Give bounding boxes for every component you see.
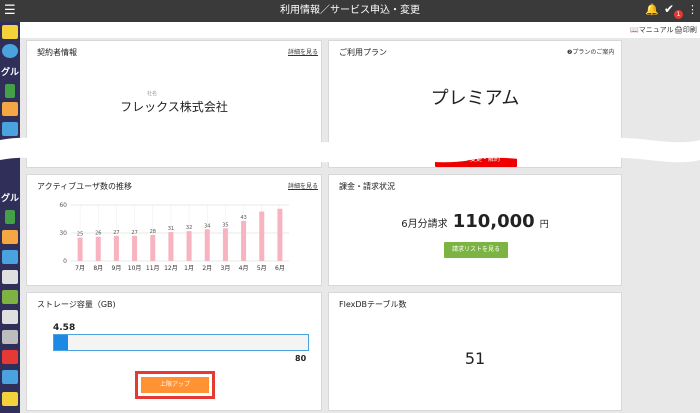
- x-tick-label: 2月: [202, 265, 212, 272]
- report-icon[interactable]: [2, 330, 18, 344]
- x-tick-label: 12月: [164, 265, 178, 272]
- storage-bar-fill: [54, 335, 69, 350]
- database-icon[interactable]: [2, 44, 18, 58]
- flexdb-card: FlexDBテーブル数 51: [328, 292, 622, 411]
- notification-badge: 1: [674, 10, 683, 19]
- check-icon[interactable]: ✔: [664, 2, 674, 16]
- manual-label: マニュアル: [638, 26, 674, 34]
- billing-list-button[interactable]: 請求リストを見る: [444, 242, 508, 258]
- print-label: 印刷: [682, 26, 697, 34]
- chat-icon[interactable]: [2, 250, 18, 264]
- sidebar: グル グル: [0, 22, 20, 413]
- company-name: フレックス株式会社: [120, 100, 228, 114]
- toolbar: 📖マニュアル 🖨印刷: [20, 22, 700, 38]
- x-tick-label: 8月: [93, 265, 103, 272]
- flexdb-title: FlexDBテーブル数: [339, 300, 407, 309]
- x-tick-label: 1月: [184, 265, 194, 272]
- bar-value-label: 32: [186, 225, 192, 231]
- home-icon[interactable]: [2, 25, 18, 39]
- storage-card: ストレージ容量（GB) 4.58 80 上限アップ: [26, 292, 322, 411]
- chevron-right-icon[interactable]: [5, 210, 15, 224]
- y-tick-label: 60: [59, 202, 67, 209]
- upgrade-button[interactable]: 上限アップ: [141, 377, 209, 393]
- more-options-icon[interactable]: ⋮: [687, 3, 698, 16]
- bar: [168, 232, 174, 261]
- x-tick-label: 5月: [257, 265, 267, 272]
- company-label: 社名: [147, 91, 158, 97]
- bar-value-label: 27: [131, 230, 137, 236]
- plan-title: ご利用プラン: [339, 48, 387, 57]
- bar: [241, 220, 247, 261]
- bar: [186, 231, 192, 261]
- x-tick-label: 11月: [146, 265, 160, 272]
- image-icon[interactable]: [2, 230, 18, 244]
- message-icon[interactable]: [2, 370, 18, 384]
- bar: [277, 208, 283, 261]
- billing-card: 課金・請求状況 6月分請求 110,000 円 請求リストを見る: [328, 174, 622, 286]
- billing-unit: 円: [539, 220, 549, 230]
- plan-guide-label: プランのご案内: [572, 49, 615, 56]
- plan-guide-link[interactable]: ❷プランのご案内: [567, 47, 614, 56]
- bar-value-label: 25: [77, 232, 83, 238]
- active-users-card: アクティブユーザ数の推移 詳細を見る 0 30 60 25 7月 26 8月 27 9月 27 10…: [26, 174, 322, 286]
- bar: [150, 234, 156, 261]
- storage-max: 80: [295, 354, 307, 363]
- document-icon[interactable]: [2, 310, 18, 324]
- x-tick-label: 10月: [128, 265, 142, 272]
- bell-icon[interactable]: 🔔: [645, 3, 659, 16]
- plan-name: プレミアム: [430, 88, 520, 109]
- storage-bar: [53, 334, 309, 351]
- bar: [77, 237, 83, 261]
- bar: [259, 211, 265, 261]
- bar: [95, 236, 101, 261]
- bar: [113, 235, 119, 261]
- torn-paper-divider: [0, 137, 700, 163]
- page-title: 利用情報／サービス申込・変更: [280, 5, 420, 16]
- manual-link[interactable]: 📖マニュアル: [630, 25, 674, 35]
- storage-title: ストレージ容量（GB): [37, 300, 116, 309]
- checklist-icon[interactable]: [2, 290, 18, 304]
- bar-value-label: 26: [95, 231, 101, 237]
- y-tick-label: 30: [59, 230, 67, 237]
- top-bar: ☰ 利用情報／サービス申込・変更 🔔 ✔ 1 ⋮: [0, 0, 700, 22]
- x-tick-label: 9月: [112, 265, 122, 272]
- x-tick-label: 6月: [275, 265, 285, 272]
- storage-used: 4.58: [53, 323, 76, 333]
- y-tick-label: 0: [63, 258, 67, 265]
- x-tick-label: 3月: [221, 265, 231, 272]
- sidebar-group-label: グル: [1, 194, 20, 204]
- briefcase-icon[interactable]: [2, 392, 18, 406]
- contract-detail-link[interactable]: 詳細を見る: [288, 47, 318, 56]
- mail-icon[interactable]: [2, 350, 18, 364]
- x-tick-label: 4月: [239, 265, 249, 272]
- x-tick-label: 7月: [75, 265, 85, 272]
- billing-title: 課金・請求状況: [339, 182, 395, 191]
- calendar-icon[interactable]: [2, 270, 18, 284]
- bar-value-label: 34: [204, 223, 210, 229]
- print-button[interactable]: 🖨印刷: [674, 25, 697, 35]
- upgrade-highlight: 上限アップ: [135, 371, 215, 399]
- bar: [222, 228, 228, 261]
- main-content: 📖マニュアル 🖨印刷 契約者情報 詳細を見る 社名 フレックス株式会社 ご利用プ…: [20, 22, 700, 413]
- billing-summary: 6月分請求 110,000 円: [329, 211, 621, 232]
- bar-value-label: 31: [168, 226, 174, 232]
- bar-value-label: 35: [222, 222, 228, 228]
- sidebar-group-label: グル: [1, 68, 20, 78]
- contract-title: 契約者情報: [37, 48, 77, 57]
- active-users-chart: 0 30 60 25 7月 26 8月 27 9月 27 10月 28 11月 31 12月 32 1月 34 2月…: [59, 202, 289, 272]
- billing-amount: 110,000: [452, 211, 535, 232]
- bar: [132, 235, 138, 261]
- billing-label: 6月分請求: [401, 219, 448, 230]
- bar: [204, 229, 210, 261]
- bar-value-label: 28: [150, 229, 156, 235]
- image-icon[interactable]: [2, 102, 18, 116]
- flexdb-count: 51: [464, 349, 486, 368]
- chevron-right-icon[interactable]: [5, 84, 15, 98]
- bar-value-label: 27: [113, 230, 119, 236]
- bar-value-label: 43: [240, 215, 246, 221]
